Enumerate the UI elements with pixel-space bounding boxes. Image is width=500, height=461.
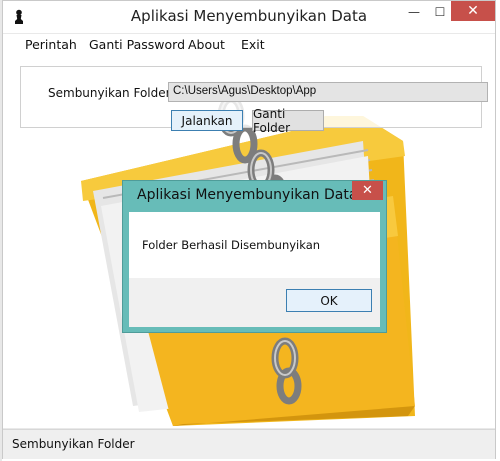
folder-label: Sembunyikan Folder [48, 86, 171, 100]
run-button[interactable]: Jalankan [171, 110, 243, 131]
status-bar: Sembunyikan Folder [3, 429, 495, 459]
dialog-footer: OK [129, 278, 380, 327]
maximize-button[interactable]: ☐ [427, 1, 453, 23]
menu-perintah[interactable]: Perintah [25, 37, 77, 52]
dialog-close-button[interactable]: ✕ [352, 181, 383, 200]
dialog-body: Folder Berhasil Disembunyikan OK [129, 212, 380, 327]
change-folder-button[interactable]: Ganti Folder [252, 107, 324, 135]
menu-about[interactable]: About [188, 37, 225, 52]
menu-bar: Perintah Ganti Password About Exit [3, 34, 495, 56]
folder-path-field[interactable]: C:\Users\Agus\Desktop\App [168, 82, 488, 102]
menu-exit[interactable]: Exit [241, 37, 265, 52]
title-bar[interactable]: Aplikasi Menyembunyikan Data — ☐ ✕ [3, 1, 495, 33]
dialog-title: Aplikasi Menyembunyikan Data [137, 187, 358, 203]
message-dialog[interactable]: Aplikasi Menyembunyikan Data ✕ Folder Be… [122, 180, 387, 333]
close-button[interactable]: ✕ [451, 1, 495, 21]
menu-ganti-password[interactable]: Ganti Password [89, 37, 185, 52]
ok-button[interactable]: OK [286, 289, 372, 312]
status-text: Sembunyikan Folder [12, 437, 135, 451]
dialog-message: Folder Berhasil Disembunyikan [142, 238, 321, 252]
folder-groupbox: Sembunyikan Folder C:\Users\Agus\Desktop… [20, 66, 488, 135]
minimize-button[interactable]: — [401, 1, 427, 23]
